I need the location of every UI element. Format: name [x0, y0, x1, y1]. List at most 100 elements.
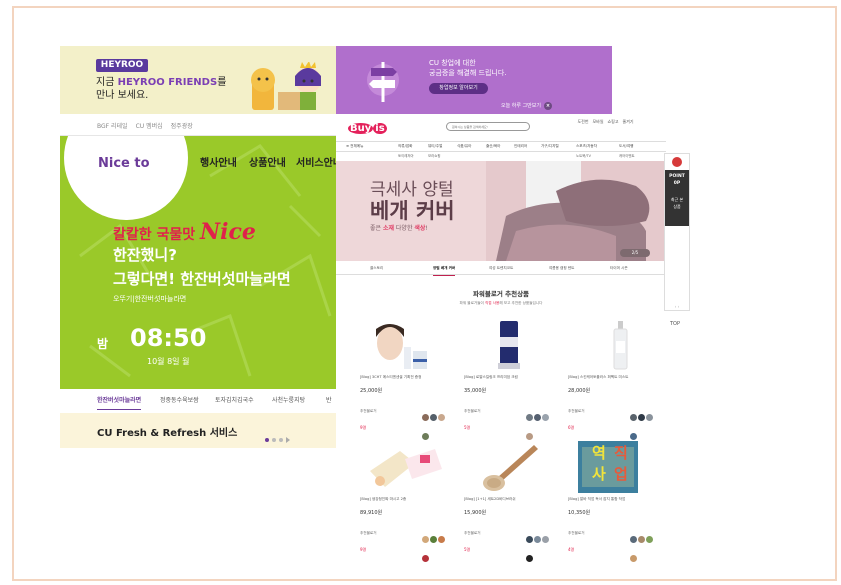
avatar[interactable]: [638, 414, 645, 421]
cat-all-menu[interactable]: ≡ 전체메뉴: [346, 142, 363, 151]
buyis-logo[interactable]: Buy is: [348, 120, 387, 135]
tab-bossam[interactable]: 정중동수육보쌈: [160, 389, 199, 413]
cat-clothing[interactable]: 의류/잡화: [398, 142, 412, 151]
util-2[interactable]: 모바일: [591, 119, 605, 125]
cat-interior[interactable]: 인테리어: [514, 142, 527, 151]
avatar[interactable]: [630, 414, 637, 421]
link-owner-plaza[interactable]: 점주광장: [171, 123, 193, 130]
avatar[interactable]: [438, 536, 445, 543]
avatar[interactable]: [630, 536, 637, 543]
rail-recent-label-1: 최근 본: [670, 197, 684, 202]
top-button[interactable]: TOP: [670, 321, 680, 327]
product-rec-count: 5명: [464, 547, 471, 552]
hero-banner[interactable]: 극세사 양털 베개 커버 좋은 소재 다양한 색상! 2/5: [336, 161, 666, 261]
product-rec-count: 4명: [568, 547, 575, 552]
subcat-4[interactable]: 캐어이벤트: [619, 152, 635, 161]
cat-beauty[interactable]: 뷰티/주얼: [428, 142, 442, 151]
avatar[interactable]: [630, 555, 637, 562]
product-rec-count: 6명: [568, 425, 575, 430]
avatar[interactable]: [438, 414, 445, 421]
hero-headline-2: 베개 커버: [370, 199, 455, 223]
cat-digital[interactable]: 가구/디지털: [541, 142, 559, 151]
link-cu-membership[interactable]: CU 멤버십: [136, 123, 163, 130]
page-dot[interactable]: [272, 437, 276, 442]
avatar[interactable]: [422, 414, 429, 421]
cat-sports[interactable]: 스포츠/자동차: [576, 142, 597, 151]
util-1[interactable]: 도전번: [576, 119, 590, 125]
cu-mobile-page: HEYROO 지금 HEYROO FRIENDS를 만나 보세요. BGF 리테…: [60, 46, 336, 448]
util-4[interactable]: 줄겨기: [621, 119, 635, 125]
subcat-1[interactable]: 토이레저아: [398, 152, 414, 161]
nav-products[interactable]: 상품안내: [249, 154, 286, 169]
rail-point[interactable]: POINT 0P: [665, 170, 689, 192]
link-bgf-retail[interactable]: BGF 리테일: [97, 123, 128, 130]
hero-pager[interactable]: 2/5: [620, 249, 650, 257]
avatar[interactable]: [526, 414, 533, 421]
chevron-right-icon[interactable]: [286, 436, 290, 443]
tab-nurungji[interactable]: 사천누룽지탕: [272, 389, 305, 413]
section-subtitle-em: 직접 사용: [484, 301, 500, 305]
section-subtitle: 파워 블로거들이 직접 사용해 보고 추천한 상품들입니다: [336, 301, 666, 306]
avatar[interactable]: [422, 555, 429, 562]
product-card[interactable]: 역 사 직 업 [Blog] 알바 직업 독서 잡지 통합 작업 10,350원…: [568, 441, 658, 562]
product-card[interactable]: [Blog] 로얄스킬링크 프리미엄 크림 35,000원 추천블로거 5명: [464, 319, 554, 440]
avatar[interactable]: [534, 536, 541, 543]
avatar[interactable]: [422, 433, 429, 440]
cat-baby[interactable]: 출산/육아: [486, 142, 500, 151]
hero-tab-5[interactable]: 타이머 시즌: [610, 261, 628, 275]
avatar[interactable]: [526, 555, 533, 562]
rail-recent[interactable]: 최근 본 상품: [665, 192, 689, 226]
cu-logo[interactable]: Nice to: [98, 156, 150, 171]
product-card[interactable]: [Blog] 3CHT 에스티엔센셜 기획전 증정 25,000원 추천블로거 …: [360, 319, 450, 440]
product-image: [464, 319, 554, 371]
heyroo-banner-text: 지금 HEYROO FRIENDS를 만나 보세요.: [96, 76, 236, 102]
cu-franchise-ad[interactable]: CU 창업에 대한 궁금증을 해결해 드립니다. 창업정보 알아보기 오늘 하루…: [336, 46, 612, 114]
product-price: 10,350원: [568, 510, 591, 516]
avatar[interactable]: [542, 414, 549, 421]
avatar[interactable]: [422, 536, 429, 543]
cat-food[interactable]: 식품/유아: [457, 142, 471, 151]
avatar[interactable]: [542, 536, 549, 543]
avatar[interactable]: [534, 414, 541, 421]
nav-events[interactable]: 행사안내: [200, 154, 237, 169]
avatar[interactable]: [526, 536, 533, 543]
product-card[interactable]: [Blog] 스킨케어토플러스 퍼펙트 미스트 28,000원 추천블로거 6명: [568, 319, 658, 440]
avatar[interactable]: [646, 414, 653, 421]
ad-dismiss[interactable]: 오늘 하루 그만보기 ×: [501, 102, 552, 110]
product-name: [Blog] 스킨케어토플러스 퍼펙트 미스트: [568, 375, 629, 379]
avatar[interactable]: [430, 414, 437, 421]
hero-tab-2[interactable]: 양털 베개 커버: [433, 261, 456, 276]
page-dot[interactable]: [279, 437, 283, 442]
ad-line-2: 궁금증을 해결해 드립니다.: [429, 69, 507, 77]
blogger-avatars: [630, 528, 658, 566]
avatar[interactable]: [430, 536, 437, 543]
util-3[interactable]: 쇼핑고: [606, 119, 620, 125]
tab-more[interactable]: 반: [326, 389, 332, 413]
avatar[interactable]: [630, 433, 637, 440]
avatar[interactable]: [646, 536, 653, 543]
blogger-avatars: [526, 406, 554, 444]
nav-services[interactable]: 서비스안내: [296, 154, 336, 169]
fresh-service-title: CU Fresh & Refresh 서비스: [97, 428, 238, 439]
search-input[interactable]: [446, 122, 530, 131]
avatar[interactable]: [638, 536, 645, 543]
tab-mushroom-ramen[interactable]: 한잔버섯마늘라면: [97, 389, 142, 413]
screenshot-frame: HEYROO 지금 HEYROO FRIENDS를 만나 보세요. BGF 리테…: [12, 6, 837, 581]
hero-tab-3[interactable]: 여성 트렌치코트: [489, 261, 513, 275]
hero-tab-1[interactable]: 쿨스토리: [370, 261, 383, 275]
cat-books[interactable]: 도서/여행: [619, 142, 633, 151]
cu-fresh-banner[interactable]: CU Fresh & Refresh 서비스: [60, 413, 336, 448]
tab-kimchi-noodle[interactable]: 토자김치김국수: [215, 389, 254, 413]
avatar[interactable]: [526, 433, 533, 440]
subcat-3[interactable]: 노트북/TV: [576, 152, 591, 161]
heyroo-banner[interactable]: HEYROO 지금 HEYROO FRIENDS를 만나 보세요.: [60, 46, 336, 114]
close-icon[interactable]: ×: [543, 102, 552, 110]
page-dot-active[interactable]: [265, 437, 269, 442]
hero-tab-4[interactable]: 여름용 캠핑 텐트: [549, 261, 574, 275]
hero-tagline-a: 좋은: [370, 225, 383, 232]
product-card[interactable]: [Blog] [1+1] 세트2D바디브러쉬 15,900원 추천블로거 5명: [464, 441, 554, 562]
rail-arrows[interactable]: ‹ ›: [665, 304, 689, 309]
product-card[interactable]: [Blog] 생강청진짜 마시고 2종 89,910원 추천블로거 9명: [360, 441, 450, 562]
subcat-2[interactable]: 모라쇼핑: [428, 152, 440, 161]
franchise-info-button[interactable]: 창업정보 알아보기: [429, 83, 488, 94]
